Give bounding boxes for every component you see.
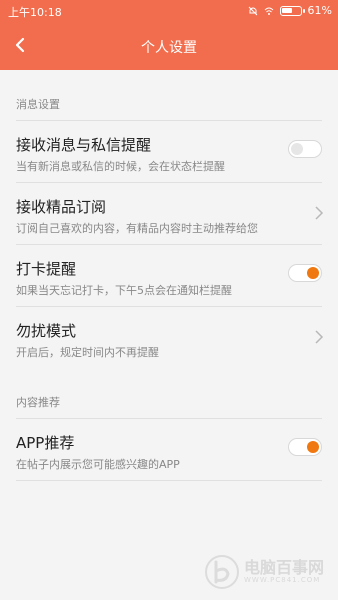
row-title: 打卡提醒 [16,260,77,278]
setting-row-app-recommendation[interactable]: APP推荐 在帖子内展示您可能感兴趣的APP [0,420,338,480]
setting-row-message-reminder[interactable]: 接收消息与私信提醒 当有新消息或私信的时候，会在状态栏提醒 [0,122,338,182]
divider [16,306,322,307]
battery-icon [279,5,305,16]
setting-row-premium-subscription[interactable]: 接收精品订阅 订阅自己喜欢的内容，有精品内容时主动推荐给您 [0,184,338,244]
watermark-text-block: 电脑百事网 WWW.PC841.COM [243,558,324,585]
row-subtitle: 如果当天忘记打卡，下午5点会在通知栏提醒 [16,284,232,297]
row-title: APP推荐 [16,434,75,452]
toggle-knob [291,143,303,155]
watermark-text: 电脑百事网 [243,558,324,577]
battery-percent: 61% [307,4,332,17]
row-title: 接收精品订阅 [16,198,107,216]
divider [16,418,322,419]
row-subtitle: 当有新消息或私信的时候，会在状态栏提醒 [16,160,225,173]
toggle-checkin-reminder[interactable] [288,264,322,282]
toggle-app-recommendation[interactable] [288,438,322,456]
row-title: 接收消息与私信提醒 [16,136,152,154]
chevron-right-icon [315,206,324,220]
toggle-knob [307,267,319,279]
divider [16,182,322,183]
notifications-muted-icon [248,6,257,15]
row-subtitle: 开启后，规定时间内不再提醒 [16,346,159,359]
divider [16,120,322,121]
setting-row-checkin-reminder[interactable]: 打卡提醒 如果当天忘记打卡，下午5点会在通知栏提醒 [0,246,338,306]
toggle-knob [307,441,319,453]
row-subtitle: 订阅自己喜欢的内容，有精品内容时主动推荐给您 [16,222,258,235]
battery-level [281,7,292,13]
status-bar: 上午10:18 61% [0,0,338,22]
row-title: 勿扰模式 [16,322,77,340]
setting-row-do-not-disturb[interactable]: 勿扰模式 开启后，规定时间内不再提醒 [0,308,338,368]
section-label-content-recommendation: 内容推荐 [16,396,60,409]
app-header: 上午10:18 61% 个人设置 [0,0,338,70]
status-icons: 61% [248,4,332,17]
chevron-right-icon [315,330,324,344]
page-title: 个人设置 [141,40,197,56]
section-label-message-settings: 消息设置 [16,98,60,111]
toggle-message-reminder[interactable] [288,140,322,158]
title-bar: 个人设置 [0,28,338,64]
watermark: 电脑百事网 WWW.PC841.COM [204,554,324,590]
row-subtitle: 在帖子内展示您可能感兴趣的APP [16,458,180,471]
watermark-url: WWW.PC841.COM [243,576,321,584]
status-time: 上午10:18 [8,6,62,19]
divider [16,244,322,245]
wifi-icon [264,7,273,15]
divider [16,480,322,481]
watermark-logo-icon [204,555,239,589]
